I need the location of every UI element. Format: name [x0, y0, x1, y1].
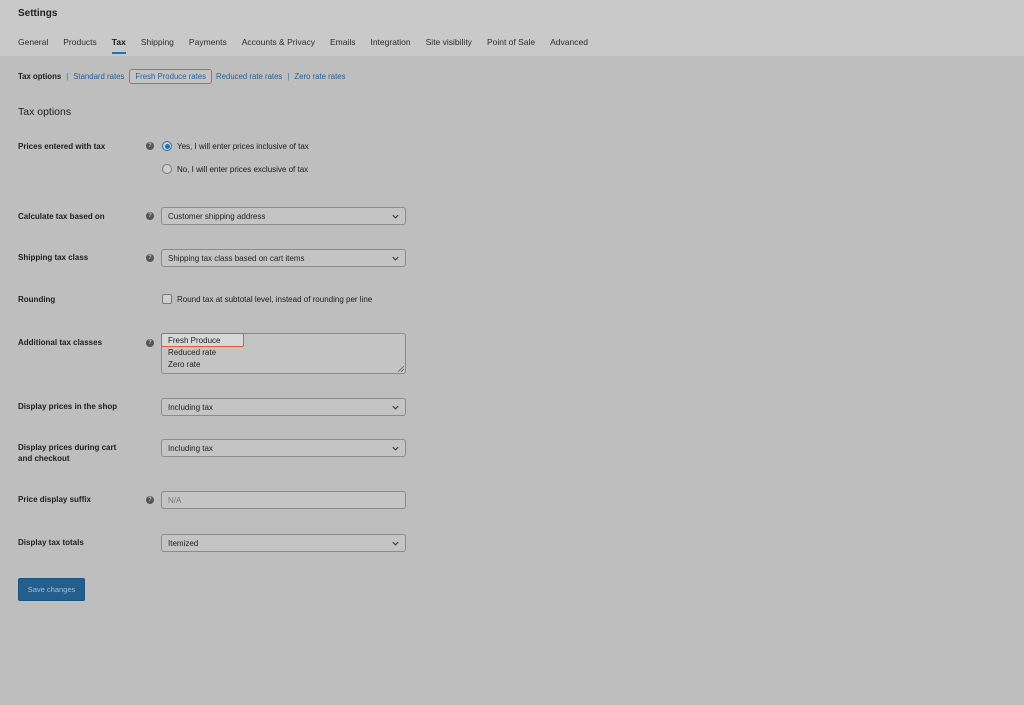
textarea-line-zero-rate: Zero rate — [168, 360, 201, 369]
suffix-label: Price display suffix — [18, 495, 91, 504]
additional-classes-label: Additional tax classes — [18, 338, 103, 347]
radio-inclusive[interactable]: Yes, I will enter prices inclusive of ta… — [162, 141, 309, 151]
chevron-down-icon — [392, 446, 399, 451]
rounding-checkbox[interactable] — [162, 294, 172, 304]
radio-inclusive-button[interactable] — [162, 141, 172, 151]
section-title: Tax options — [18, 106, 72, 118]
radio-exclusive[interactable]: No, I will enter prices exclusive of tax — [162, 164, 308, 174]
rounding-checkbox-label: Round tax at subtotal level, instead of … — [177, 294, 373, 304]
subnav-fresh-produce-rates[interactable]: Fresh Produce rates — [129, 69, 213, 84]
additional-classes-textarea[interactable]: Fresh Produce Reduced rate Zero rate — [161, 333, 406, 374]
display-shop-value: Including tax — [168, 402, 213, 412]
settings-header: Settings General Products Tax Shipping P… — [0, 0, 1024, 56]
radio-inclusive-label: Yes, I will enter prices inclusive of ta… — [177, 141, 309, 151]
display-cart-label-line2: and checkout — [18, 454, 70, 463]
help-icon[interactable]: ? — [146, 496, 154, 504]
save-changes-button[interactable]: Save changes — [18, 578, 85, 601]
radio-exclusive-label: No, I will enter prices exclusive of tax — [177, 164, 309, 174]
display-cart-value: Including tax — [168, 443, 213, 453]
shipping-class-select[interactable]: Shipping tax class based on cart items — [161, 249, 406, 267]
chevron-down-icon — [392, 405, 399, 410]
tab-products[interactable]: Products — [63, 37, 97, 53]
tab-advanced[interactable]: Advanced — [550, 37, 588, 53]
resize-handle-icon[interactable] — [398, 366, 404, 372]
subnav-current: Tax options — [18, 72, 62, 81]
subnav-separator: | — [287, 72, 290, 81]
textarea-line-fresh-produce: Fresh Produce — [161, 333, 244, 347]
rounding-label: Rounding — [18, 295, 56, 304]
tab-accounts-privacy[interactable]: Accounts & Privacy — [242, 37, 315, 53]
subnav-standard-rates[interactable]: Standard rates — [73, 72, 124, 81]
shipping-class-value: Shipping tax class based on cart items — [168, 253, 305, 263]
tab-tax[interactable]: Tax — [111, 37, 126, 54]
tax-totals-select[interactable]: Itemized — [161, 534, 406, 552]
help-icon[interactable]: ? — [146, 339, 154, 347]
rounding-checkbox-row[interactable]: Round tax at subtotal level, instead of … — [162, 294, 372, 304]
subnav-separator: | — [66, 72, 69, 81]
display-cart-select[interactable]: Including tax — [161, 439, 406, 457]
help-icon[interactable]: ? — [146, 254, 154, 262]
calc-based-on-value: Customer shipping address — [168, 211, 266, 221]
chevron-down-icon — [392, 214, 399, 219]
settings-tabs: General Products Tax Shipping Payments A… — [18, 37, 603, 54]
textarea-line-reduced-rate: Reduced rate — [168, 348, 217, 357]
tab-integration[interactable]: Integration — [370, 37, 410, 53]
tab-point-of-sale[interactable]: Point of Sale — [487, 37, 535, 53]
prices-entered-label: Prices entered with tax — [18, 142, 106, 151]
tax-totals-label: Display tax totals — [18, 538, 84, 547]
display-shop-label: Display prices in the shop — [18, 402, 118, 411]
tab-general[interactable]: General — [18, 37, 48, 53]
subnav-zero-rate-rates[interactable]: Zero rate rates — [294, 72, 345, 81]
display-cart-label-line1: Display prices during cart — [18, 443, 117, 452]
tab-payments[interactable]: Payments — [189, 37, 227, 53]
radio-exclusive-button[interactable] — [162, 164, 172, 174]
tab-emails[interactable]: Emails — [330, 37, 356, 53]
tab-shipping[interactable]: Shipping — [141, 37, 174, 53]
textarea-line-text: Fresh Produce — [168, 335, 221, 345]
tab-site-visibility[interactable]: Site visibility — [426, 37, 472, 53]
chevron-down-icon — [392, 256, 399, 261]
help-icon[interactable]: ? — [146, 142, 154, 150]
page-title: Settings — [18, 8, 58, 19]
calc-based-on-select[interactable]: Customer shipping address — [161, 207, 406, 225]
display-shop-select[interactable]: Including tax — [161, 398, 406, 416]
shipping-class-label: Shipping tax class — [18, 253, 89, 262]
calc-based-on-label: Calculate tax based on — [18, 212, 105, 221]
tax-subnav: Tax options | Standard rates Fresh Produ… — [18, 69, 346, 84]
suffix-input[interactable] — [161, 491, 406, 509]
display-cart-label: Display prices during cart and checkout — [18, 442, 138, 464]
tax-totals-value: Itemized — [168, 538, 199, 548]
chevron-down-icon — [392, 541, 399, 546]
subnav-reduced-rate-rates[interactable]: Reduced rate rates — [216, 72, 282, 81]
help-icon[interactable]: ? — [146, 212, 154, 220]
